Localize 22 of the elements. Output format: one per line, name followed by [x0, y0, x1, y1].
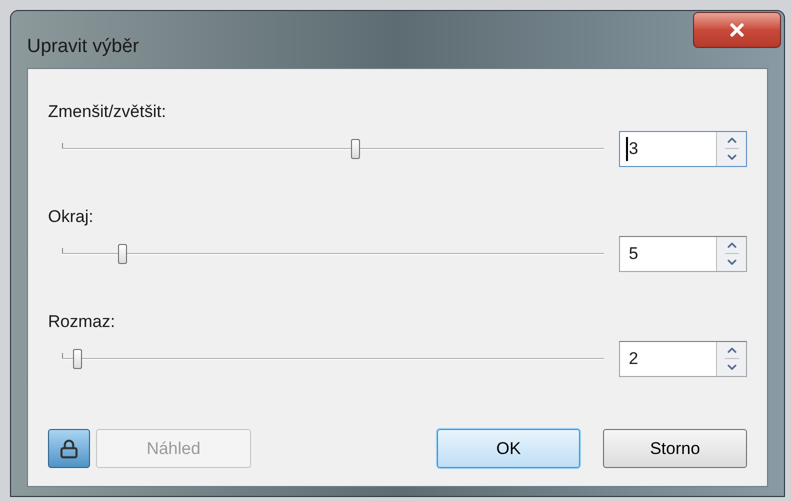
slider-label: Rozmaz: [48, 311, 116, 333]
slider-thumb[interactable] [118, 244, 127, 264]
spin-buttons[interactable] [716, 342, 746, 376]
text-cursor-icon [626, 136, 628, 160]
slider-label: Zmenšit/zvětšit: [48, 101, 168, 123]
slider-label: Okraj: [48, 206, 94, 228]
ok-button[interactable]: OK [437, 429, 580, 468]
slider-thumb[interactable] [350, 138, 360, 158]
close-button[interactable] [693, 12, 781, 48]
spin-value: 2 [628, 348, 640, 370]
lock-toggle[interactable] [48, 429, 90, 468]
spin-value: 3 [628, 138, 640, 160]
cancel-button[interactable]: Storno [603, 429, 747, 468]
spin-buttons[interactable] [716, 236, 746, 270]
spin-field[interactable]: 2 [618, 340, 747, 376]
spin-field[interactable]: 3 [618, 130, 747, 166]
spin-field[interactable]: 5 [618, 236, 747, 272]
lock-icon [59, 438, 79, 458]
slider-thumb[interactable] [73, 348, 82, 368]
spin-buttons[interactable] [716, 132, 746, 166]
spin-value: 5 [628, 242, 640, 265]
window-title: Upravit výběr [27, 35, 139, 59]
